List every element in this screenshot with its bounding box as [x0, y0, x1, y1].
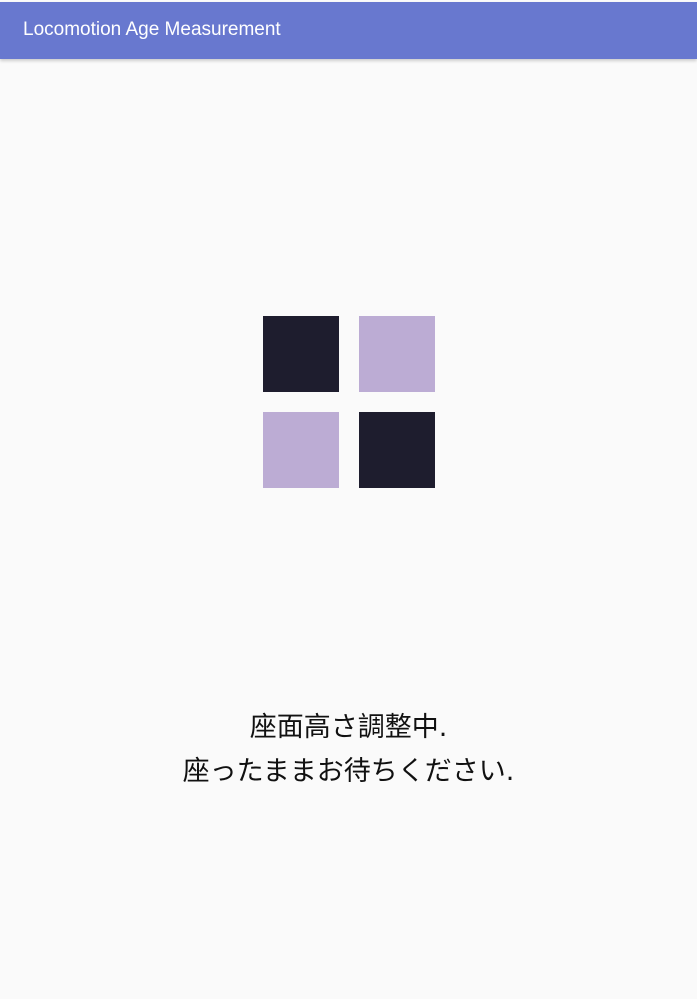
loader-tile-bottom-right: [359, 412, 435, 488]
status-message-line-1: 座面高さ調整中.: [249, 712, 448, 743]
app-title: Locomotion Age Measurement: [23, 19, 281, 40]
loader-tile-top-right: [359, 316, 435, 392]
loader-tile-bottom-left: [263, 412, 339, 488]
status-message-line-2: 座ったままお待ちください.: [182, 756, 515, 787]
app-bar: Locomotion Age Measurement: [0, 2, 697, 59]
loader-tile-top-left: [263, 316, 339, 392]
loading-indicator-icon: [263, 316, 435, 488]
